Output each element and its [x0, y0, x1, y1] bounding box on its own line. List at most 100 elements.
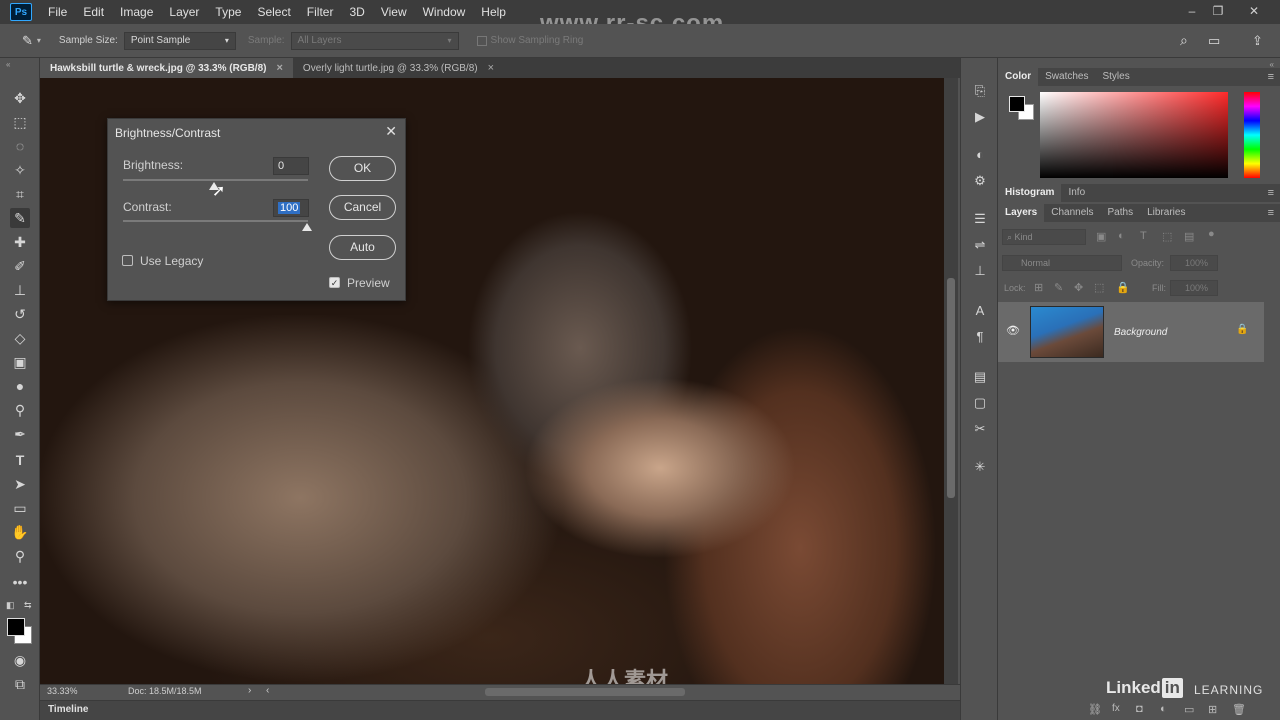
- notes-icon[interactable]: ▢: [971, 394, 989, 412]
- history-icon[interactable]: ⎘: [971, 82, 989, 100]
- pen-tool-icon[interactable]: ✒: [10, 424, 30, 444]
- preview-checkbox[interactable]: ✓: [329, 277, 340, 288]
- healing-brush-icon[interactable]: ✚: [10, 232, 30, 252]
- opacity-input[interactable]: 100%: [1170, 255, 1218, 271]
- search-icon[interactable]: ⌕: [1180, 32, 1188, 49]
- restore-icon[interactable]: ❐: [1210, 3, 1226, 19]
- eyedropper-tool-icon[interactable]: ✎: [10, 208, 30, 228]
- color-fg-swatch[interactable]: [1009, 96, 1025, 112]
- tab-overly-light[interactable]: Overly light turtle.jpg @ 33.3% (RGB/8) …: [293, 58, 504, 78]
- menu-type[interactable]: Type: [207, 0, 249, 24]
- properties-icon[interactable]: ⚙: [971, 172, 989, 190]
- timeline-panel-bar[interactable]: Timeline: [40, 700, 960, 720]
- foreground-color-swatch[interactable]: [7, 618, 25, 636]
- quick-mask-icon[interactable]: ◉: [10, 650, 30, 670]
- tab-info[interactable]: Info: [1061, 184, 1092, 202]
- panel-menu-icon[interactable]: ≡: [1268, 207, 1274, 219]
- use-legacy-checkbox[interactable]: [122, 255, 133, 266]
- menu-filter[interactable]: Filter: [299, 0, 342, 24]
- workspace-icon[interactable]: ▭: [1208, 33, 1220, 49]
- tab-swatches[interactable]: Swatches: [1038, 68, 1095, 86]
- tab-layers[interactable]: Layers: [998, 204, 1045, 222]
- share-icon[interactable]: ⇪: [1252, 33, 1263, 49]
- history-brush-icon[interactable]: ↺: [10, 304, 30, 324]
- screen-mode-icon[interactable]: ⧉: [10, 674, 30, 694]
- move-tool-icon[interactable]: ✥: [10, 88, 30, 108]
- scrollbar-thumb[interactable]: [947, 278, 955, 498]
- chevron-down-icon[interactable]: ▾: [37, 36, 41, 45]
- auto-button[interactable]: Auto: [329, 235, 396, 260]
- color-spectrum[interactable]: [1040, 92, 1228, 178]
- hand-tool-icon[interactable]: ✋: [10, 522, 30, 542]
- lasso-tool-icon[interactable]: ◌: [10, 136, 30, 156]
- panel-menu-icon[interactable]: ≡: [1268, 71, 1274, 83]
- menu-view[interactable]: View: [373, 0, 415, 24]
- collapse-icon[interactable]: «: [6, 60, 10, 69]
- contrast-slider-track[interactable]: [123, 220, 308, 222]
- tab-paths[interactable]: Paths: [1101, 204, 1141, 222]
- filter-shape-icon[interactable]: ⬚: [1162, 230, 1172, 243]
- gradient-tool-icon[interactable]: ▣: [10, 352, 30, 372]
- actions-play-icon[interactable]: ▶: [971, 108, 989, 126]
- chevron-left-icon[interactable]: ‹: [266, 685, 269, 696]
- zoom-tool-icon[interactable]: ⚲: [10, 546, 30, 566]
- brushes-icon[interactable]: ⇌: [971, 236, 989, 254]
- tab-hawksbill[interactable]: Hawksbill turtle & wreck.jpg @ 33.3% (RG…: [40, 58, 293, 78]
- layer-filter-select[interactable]: ⌕ Kind: [1002, 229, 1086, 245]
- swap-colors-icon[interactable]: ⇆: [24, 600, 32, 611]
- lock-transparent-icon[interactable]: ⊞: [1034, 281, 1043, 294]
- path-select-icon[interactable]: ➤: [10, 474, 30, 494]
- ok-button[interactable]: OK: [329, 156, 396, 181]
- clone-source-icon[interactable]: ⊥: [971, 262, 989, 280]
- brightness-input[interactable]: 0: [273, 157, 309, 175]
- layer-style-icon[interactable]: fx: [1112, 703, 1120, 714]
- fill-input[interactable]: 100%: [1170, 280, 1218, 296]
- tab-channels[interactable]: Channels: [1044, 204, 1100, 222]
- character-icon[interactable]: A: [971, 302, 989, 320]
- menu-3d[interactable]: 3D: [341, 0, 372, 24]
- tab-libraries[interactable]: Libraries: [1140, 204, 1192, 222]
- menu-select[interactable]: Select: [249, 0, 298, 24]
- filter-smart-object-icon[interactable]: ▤: [1184, 230, 1194, 243]
- sample-select[interactable]: All Layers ▾: [290, 31, 459, 50]
- close-window-icon[interactable]: ✕: [1246, 3, 1262, 19]
- brush-tool-icon[interactable]: ✐: [10, 256, 30, 276]
- filter-toggle-icon[interactable]: ●: [1208, 228, 1215, 240]
- adjustment-layer-icon[interactable]: ◐: [1160, 703, 1167, 715]
- tab-styles[interactable]: Styles: [1095, 68, 1136, 86]
- menu-help[interactable]: Help: [473, 0, 514, 24]
- layer-row-background[interactable]: 👁 Background 🔒: [998, 302, 1264, 362]
- minimize-icon[interactable]: –: [1184, 3, 1200, 19]
- default-colors-icon[interactable]: ◧: [6, 600, 15, 611]
- blur-tool-icon[interactable]: ●: [10, 376, 30, 396]
- link-layers-icon[interactable]: ⛓: [1088, 703, 1102, 716]
- filter-adjustment-icon[interactable]: ◐: [1118, 230, 1125, 242]
- sample-size-select[interactable]: Point Sample ▾: [123, 31, 236, 50]
- layer-name[interactable]: Background: [1114, 327, 1167, 338]
- delete-layer-icon[interactable]: 🗑: [1232, 703, 1246, 716]
- dodge-tool-icon[interactable]: ⚲: [10, 400, 30, 420]
- menu-edit[interactable]: Edit: [75, 0, 112, 24]
- type-tool-icon[interactable]: T: [10, 450, 30, 470]
- contrast-slider-thumb[interactable]: [302, 223, 312, 231]
- close-icon[interactable]: ×: [488, 62, 494, 74]
- lock-pixels-icon[interactable]: ✎: [1054, 281, 1063, 294]
- marquee-tool-icon[interactable]: ⬚: [10, 112, 30, 132]
- chevron-right-icon[interactable]: ›: [248, 685, 251, 696]
- more-tools-icon[interactable]: •••: [10, 572, 30, 592]
- crop-tool-icon[interactable]: ⌗: [10, 184, 30, 204]
- quick-select-tool-icon[interactable]: ✧: [10, 160, 30, 180]
- blend-mode-select[interactable]: Normal: [1002, 255, 1122, 271]
- adjustments-icon[interactable]: ◐: [971, 146, 989, 164]
- brush-settings-icon[interactable]: ☰: [971, 210, 989, 228]
- menu-file[interactable]: File: [40, 0, 75, 24]
- close-icon[interactable]: ×: [276, 62, 282, 74]
- horizontal-scrollbar-thumb[interactable]: [485, 688, 685, 696]
- panel-menu-icon[interactable]: ≡: [1268, 187, 1274, 199]
- new-group-icon[interactable]: ▭: [1184, 703, 1194, 716]
- zoom-level[interactable]: 33.33%: [47, 686, 78, 696]
- rectangle-tool-icon[interactable]: ▭: [10, 498, 30, 518]
- clone-stamp-icon[interactable]: ⊥: [10, 280, 30, 300]
- paragraph-icon[interactable]: ¶: [971, 328, 989, 346]
- menu-window[interactable]: Window: [415, 0, 474, 24]
